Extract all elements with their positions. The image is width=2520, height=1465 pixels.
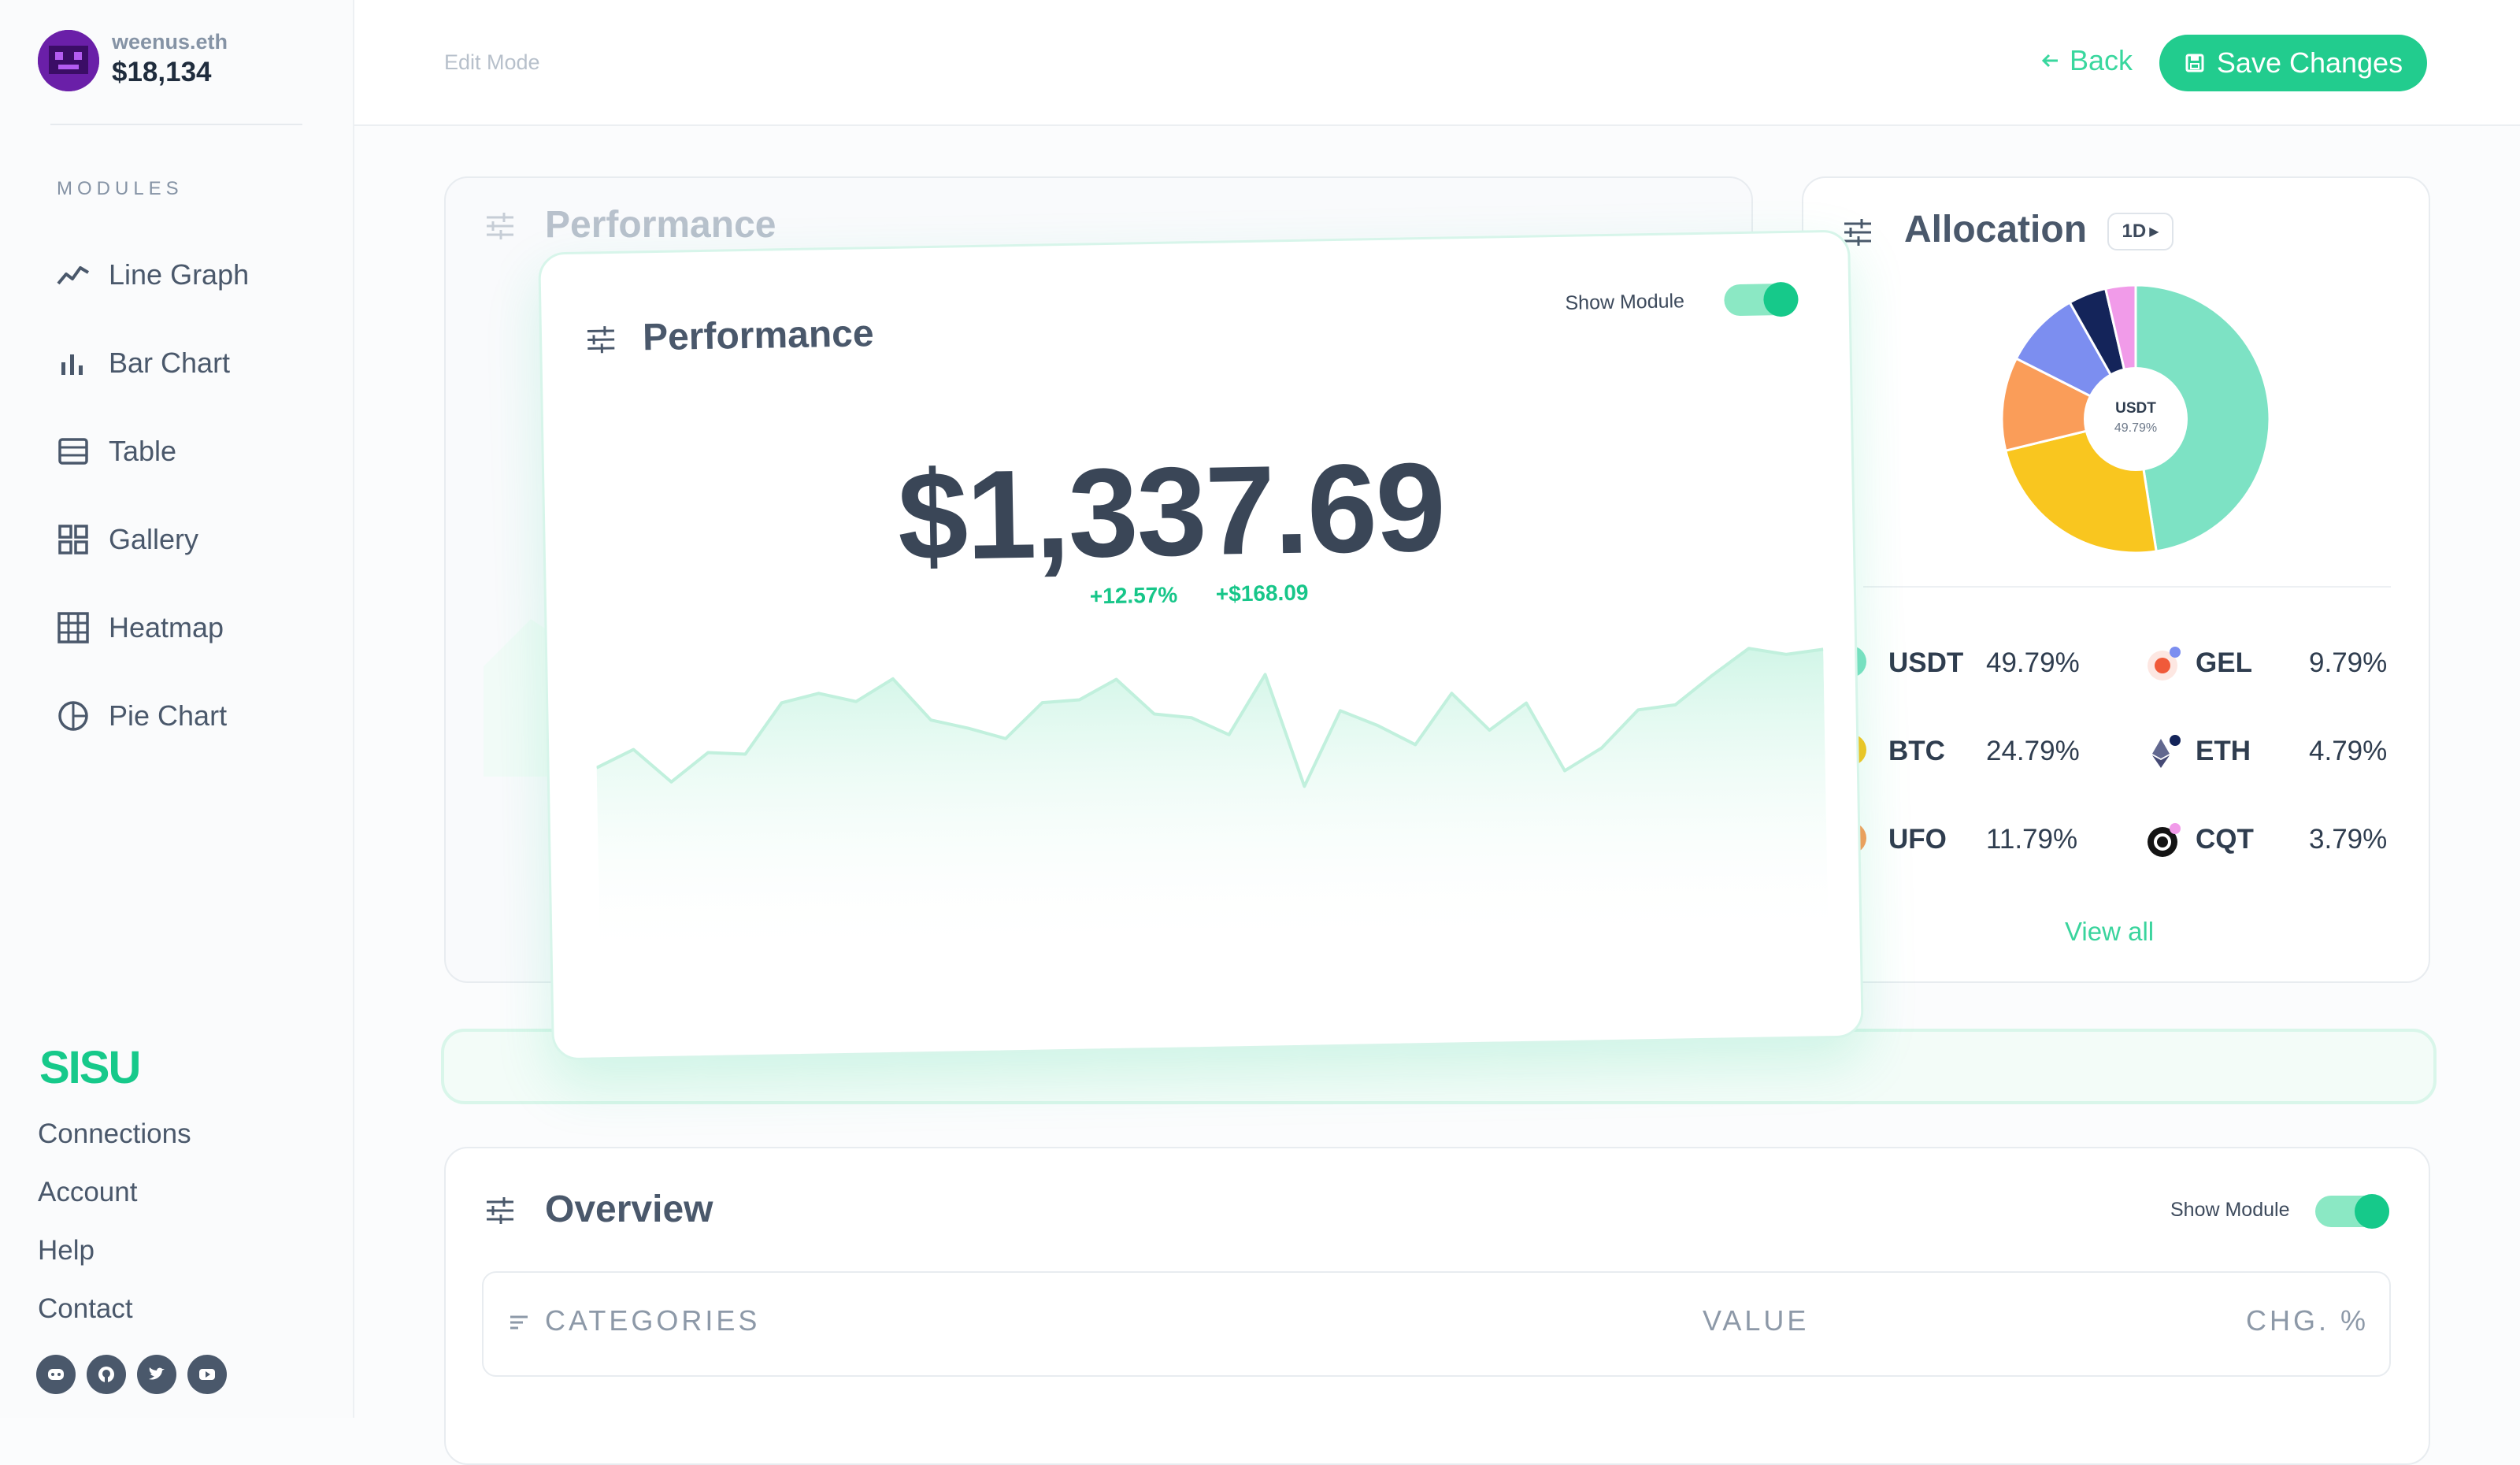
performance-line-chart[interactable] [594,595,1828,962]
sidebar-item-line-graph[interactable]: Line Graph [55,247,249,302]
discord-icon[interactable] [36,1355,76,1394]
gel-icon [2145,646,2181,682]
column-header-change[interactable]: CHG. % [2246,1304,2369,1337]
overview-table-header [482,1271,2391,1377]
save-icon [2184,52,2206,74]
show-module-toggle[interactable] [1724,284,1799,317]
column-header-categories[interactable]: CATEGORIES [545,1304,760,1337]
allocation-donut-chart[interactable]: USDT 49.79% [1994,277,2277,561]
column-header-value[interactable]: VALUE [1703,1304,1809,1337]
sidebar-item-bar-chart[interactable]: Bar Chart [55,336,230,391]
user-balance: $18,134 [112,57,212,88]
bar-chart-icon [55,345,91,381]
github-icon[interactable] [87,1355,126,1394]
donut-center-label: USDT [2115,400,2156,417]
sidebar-divider [50,124,302,125]
asset-percent: 49.79% [1986,647,2080,679]
show-module-label: Show Module [1565,290,1684,315]
link-help[interactable]: Help [38,1235,94,1267]
sidebar-item-label: Heatmap [109,611,224,644]
show-module-toggle[interactable] [2315,1196,2389,1227]
link-connections[interactable]: Connections [38,1118,191,1150]
asset-percent: 11.79% [1986,824,2077,855]
tune-icon [482,208,518,244]
sort-icon[interactable] [507,1311,531,1334]
sidebar-item-label: Pie Chart [109,699,227,732]
asset-name: CQT [2196,824,2254,855]
sidebar-item-table[interactable]: Table [55,424,176,479]
tune-icon[interactable] [583,321,620,358]
table-icon [55,433,91,469]
pie-chart-icon [55,698,91,734]
sidebar-item-heatmap[interactable]: Heatmap [55,600,224,655]
line-graph-icon [55,257,91,293]
allocation-divider [1863,586,2391,588]
arrow-left-icon [2040,50,2062,72]
sidebar-item-label: Gallery [109,523,198,556]
gallery-icon [55,521,91,558]
toggle-knob [2355,1194,2389,1229]
save-button-label: Save Changes [2217,46,2403,80]
asset-name: UFO [1888,824,1947,855]
change-percent: +12.57% [1090,583,1178,610]
asset-percent: 9.79% [2309,647,2387,679]
asset-percent: 4.79% [2309,736,2387,767]
back-button-label: Back [2070,44,2133,77]
asset-percent: 3.79% [2309,824,2387,855]
performance-placeholder-title: Performance [545,203,776,247]
asset-name: GEL [2196,647,2252,679]
edit-mode-label: Edit Mode [444,50,540,75]
user-name: weenus.eth [112,30,228,54]
heatmap-icon [55,610,91,646]
performance-title: Performance [643,312,874,359]
twitter-icon[interactable] [137,1355,176,1394]
tune-icon[interactable] [482,1192,518,1229]
asset-name: BTC [1888,736,1945,767]
eth-icon [2145,734,2181,770]
caret-right-icon: ▶ [2149,224,2159,239]
asset-percent: 24.79% [1986,736,2080,767]
sidebar-item-gallery[interactable]: Gallery [55,512,198,567]
allocation-title: Allocation [1904,208,2087,251]
sidebar-item-label: Line Graph [109,258,249,291]
link-contact[interactable]: Contact [38,1293,133,1325]
brand-logo[interactable]: SISU [39,1041,139,1094]
time-range-label: 1D [2122,221,2147,243]
sidebar-item-pie-chart[interactable]: Pie Chart [55,688,227,744]
sidebar-item-label: Table [109,435,176,468]
asset-name: ETH [2196,736,2251,767]
avatar[interactable] [38,30,99,91]
back-button[interactable]: Back [2040,44,2133,77]
donut-center-value: 49.79% [2114,421,2157,435]
time-range-selector[interactable]: 1D▶ [2107,213,2174,250]
link-account[interactable]: Account [38,1177,137,1208]
show-module-label: Show Module [2170,1199,2289,1222]
youtube-icon[interactable] [187,1355,227,1394]
view-all-link[interactable]: View all [2065,917,2154,947]
performance-area [595,647,1828,963]
save-changes-button[interactable]: Save Changes [2159,35,2427,91]
cqt-icon [2145,822,2181,859]
toggle-knob [1763,282,1799,317]
modules-heading: MODULES [57,178,183,200]
sidebar-item-label: Bar Chart [109,347,230,380]
performance-card-dragging[interactable]: Performance Show Module $1,337.69 +12.57… [538,230,1864,1061]
change-amount: +$168.09 [1216,580,1309,607]
asset-name: USDT [1888,647,1963,679]
portfolio-value: $1,337.69 [896,435,1445,589]
overview-title: Overview [545,1188,713,1231]
